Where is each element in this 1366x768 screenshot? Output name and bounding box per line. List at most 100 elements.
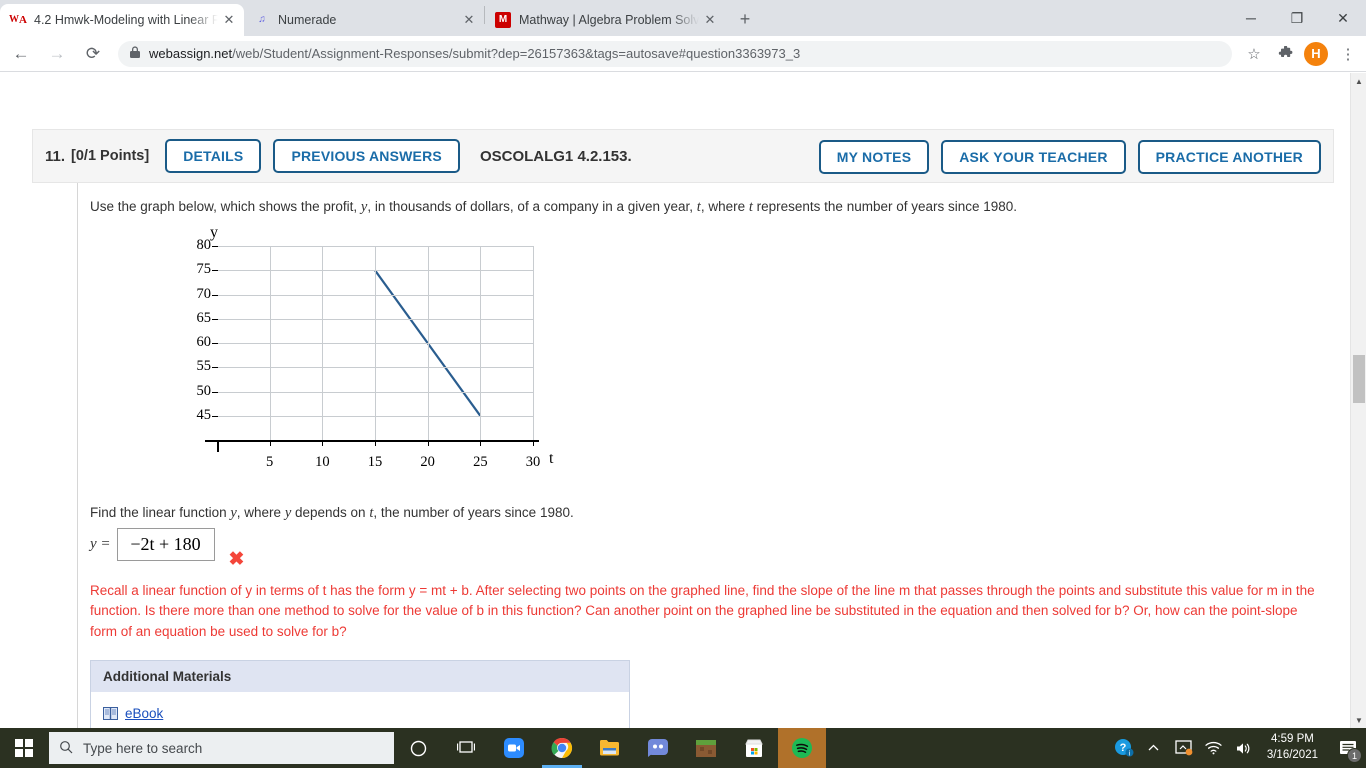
lock-icon: [130, 46, 140, 61]
gridline-vertical: [269, 246, 271, 441]
microsoft-store-icon[interactable]: [730, 728, 778, 768]
browser-tab-numerade[interactable]: ♫ Numerade ✕: [244, 4, 484, 36]
task-view-icon[interactable]: [442, 728, 490, 768]
y-tick-label: 60: [196, 334, 212, 351]
prompt-text-2: , in thousands of dollars, of a company …: [367, 199, 697, 214]
y-axis-label: y: [210, 224, 218, 242]
x-tick-mark: [269, 440, 271, 447]
gridline-vertical: [322, 246, 324, 441]
scroll-down-icon[interactable]: ▼: [1351, 712, 1366, 728]
answer-label: y =: [90, 536, 111, 553]
browser-tab-webassign[interactable]: WA 4.2 Hmwk-Modeling with Linear F ✕: [0, 4, 244, 36]
discord-icon[interactable]: [634, 728, 682, 768]
x-tick-mark: [322, 440, 324, 447]
details-button[interactable]: DETAILS: [165, 139, 262, 173]
find-text-2: , where: [236, 505, 285, 521]
profit-graph: y t 45 50 55 60 65 70 75 80 5 10 15 20 25 30: [195, 224, 595, 493]
question-block: 11. [0/1 Points] DETAILS PREVIOUS ANSWER…: [32, 129, 1334, 728]
show-hidden-icons-icon[interactable]: [1139, 728, 1169, 768]
profile-avatar[interactable]: H: [1304, 41, 1328, 66]
y-tick-label: 80: [196, 237, 212, 254]
system-tray: ? i 4:59 PM 3/16/2021 1: [1109, 728, 1366, 768]
tab-title: Mathway | Algebra Problem Solve: [519, 13, 699, 27]
clock-date: 3/16/2021: [1266, 749, 1318, 761]
scrollbar-thumb[interactable]: [1353, 355, 1365, 403]
volume-icon[interactable]: [1229, 728, 1259, 768]
maximize-icon[interactable]: ❐: [1274, 2, 1320, 34]
ebook-link[interactable]: eBook: [103, 706, 617, 721]
new-tab-button[interactable]: +: [731, 5, 759, 33]
close-icon[interactable]: ✕: [699, 9, 721, 31]
y-tick-mark: [212, 367, 218, 369]
back-icon[interactable]: ←: [6, 39, 36, 69]
ebook-link-label: eBook: [125, 705, 164, 721]
question-header-actions: MY NOTES ASK YOUR TEACHER PRACTICE ANOTH…: [818, 130, 1321, 184]
webassign-icon: WA: [9, 13, 27, 26]
cortana-icon[interactable]: [394, 728, 442, 768]
browser-tab-mathway[interactable]: M Mathway | Algebra Problem Solve ✕: [485, 4, 725, 36]
window-controls: ─ ❐ ✕: [1228, 0, 1366, 36]
chrome-icon[interactable]: [538, 728, 586, 768]
y-axis-stub: [217, 440, 219, 453]
taskbar-clock[interactable]: 4:59 PM 3/16/2021: [1259, 732, 1330, 763]
close-icon[interactable]: ✕: [218, 9, 240, 31]
close-icon[interactable]: ✕: [458, 9, 480, 31]
wifi-icon[interactable]: [1199, 728, 1229, 768]
browser-menu-icon[interactable]: ⋮: [1334, 40, 1362, 68]
x-tick-mark: [375, 440, 376, 447]
close-window-icon[interactable]: ✕: [1320, 2, 1366, 34]
answer-input[interactable]: −2t + 180: [116, 528, 215, 562]
prompt-text-4: represents the number of years since 198…: [752, 199, 1018, 214]
question-body: Use the graph below, which shows the pro…: [77, 183, 1334, 728]
prompt-text-1: Use the graph below, which shows the pro…: [90, 199, 361, 214]
action-center-icon[interactable]: 1: [1330, 728, 1366, 768]
minecraft-icon[interactable]: [682, 728, 730, 768]
x-tick-label: 15: [367, 454, 383, 471]
x-axis-line: [205, 440, 539, 442]
help-icon[interactable]: ? i: [1109, 728, 1139, 768]
url-text: webassign.net/web/Student/Assignment-Res…: [149, 46, 800, 61]
search-placeholder: Type here to search: [83, 740, 203, 756]
my-notes-button[interactable]: MY NOTES: [818, 140, 930, 174]
y-tick-label: 75: [196, 261, 212, 278]
gridline-vertical: [375, 246, 376, 441]
question-header: 11. [0/1 Points] DETAILS PREVIOUS ANSWER…: [32, 129, 1334, 183]
address-bar[interactable]: webassign.net/web/Student/Assignment-Res…: [118, 40, 1232, 67]
ask-your-teacher-button[interactable]: ASK YOUR TEACHER: [941, 140, 1126, 174]
x-tick-label: 5: [266, 454, 274, 471]
page-scrollbar[interactable]: ▲ ▼: [1350, 73, 1366, 728]
gridline-vertical: [533, 246, 534, 441]
spotify-icon[interactable]: [778, 728, 826, 768]
y-tick-mark: [212, 343, 218, 345]
feedback-text: Recall a linear function of y in terms o…: [90, 583, 1315, 639]
search-icon: [59, 740, 73, 757]
extensions-puzzle-icon[interactable]: [1272, 40, 1300, 68]
y-tick-label: 65: [196, 309, 212, 326]
additional-materials-panel: Additional Materials eBook: [90, 659, 630, 728]
taskbar-search-input[interactable]: Type here to search: [49, 732, 394, 764]
browser-toolbar: ← → ⟳ webassign.net/web/Student/Assignme…: [0, 36, 1366, 72]
scroll-up-icon[interactable]: ▲: [1351, 73, 1366, 89]
minimize-icon[interactable]: ─: [1228, 2, 1274, 34]
onedrive-sync-icon[interactable]: [1169, 728, 1199, 768]
windows-start-icon[interactable]: [0, 728, 48, 768]
browser-tab-strip: WA 4.2 Hmwk-Modeling with Linear F ✕ ♫ N…: [0, 0, 1366, 36]
gridline-vertical: [480, 246, 482, 441]
find-text-3: depends on: [291, 505, 370, 521]
practice-another-button[interactable]: PRACTICE ANOTHER: [1137, 140, 1321, 174]
find-text-4: , the number of years since 1980.: [373, 505, 574, 521]
zoom-icon[interactable]: [490, 728, 538, 768]
numerade-icon: ♫: [258, 14, 266, 25]
file-explorer-icon[interactable]: [586, 728, 634, 768]
forward-icon[interactable]: →: [42, 39, 72, 69]
y-tick-mark: [212, 246, 218, 248]
bookmark-star-icon[interactable]: ☆: [1240, 40, 1268, 68]
y-tick-label: 70: [196, 285, 212, 302]
y-tick-mark: [212, 415, 218, 417]
x-tick-label: 25: [473, 454, 488, 471]
y-tick-mark: [212, 270, 218, 272]
reload-icon[interactable]: ⟳: [78, 39, 108, 69]
previous-answers-button[interactable]: PREVIOUS ANSWERS: [273, 139, 460, 173]
y-tick-label: 50: [196, 382, 212, 399]
y-tick-mark: [212, 391, 218, 393]
